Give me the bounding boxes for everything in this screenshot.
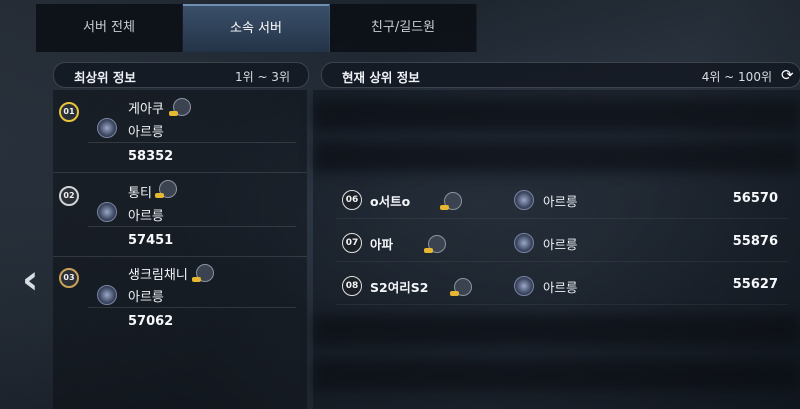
ranking-row[interactable]: 06 o서트o 아르릉 56570 [336, 182, 788, 219]
top-player-2[interactable]: 02 통티 아르릉 57451 [53, 174, 307, 257]
top-player-1[interactable]: 01 게아쿠 아르릉 58352 [53, 90, 307, 173]
guild-emblem-icon [514, 276, 534, 296]
tab-friends-guild[interactable]: 친구/길드원 [330, 4, 477, 52]
ranking-row[interactable]: 07 아파 아르릉 55876 [336, 225, 788, 262]
class-icon [440, 192, 462, 210]
tab-bar: 서버 전체 소속 서버 친구/길드원 [36, 4, 477, 52]
divider [88, 307, 296, 308]
class-icon [424, 235, 446, 253]
class-icon [155, 180, 177, 198]
guild-emblem-icon [97, 118, 117, 138]
player-server: 아르릉 [128, 290, 164, 305]
player-name: o서트o [370, 194, 411, 209]
player-name: 생크림채니 [128, 268, 188, 283]
divider [88, 142, 296, 143]
blurred-row [313, 100, 800, 130]
blurred-row [313, 315, 800, 345]
guild-emblem-icon [514, 190, 534, 210]
tab-my-server[interactable]: 소속 서버 [183, 4, 330, 52]
guild-emblem-icon [97, 285, 117, 305]
player-server: 아르릉 [128, 209, 164, 224]
chevron-left-icon[interactable]: ‹ [22, 260, 42, 300]
player-score: 57062 [128, 314, 174, 329]
tab-all-servers[interactable]: 서버 전체 [36, 4, 183, 52]
class-icon [450, 278, 472, 296]
ranking-row[interactable]: 08 S2여리S2 아르릉 55627 [336, 268, 788, 305]
guild-emblem-icon [514, 233, 534, 253]
top-ranking-header: 최상위 정보 1위 ~ 3위 [53, 62, 309, 88]
current-ranking-title: 현재 상위 정보 [342, 70, 420, 85]
guild-emblem-icon [97, 202, 117, 222]
current-ranking-header: 현재 상위 정보 4위 ~ 100위 [321, 62, 800, 88]
class-icon [169, 98, 191, 116]
current-ranking-panel: 06 o서트o 아르릉 56570 07 아파 아르릉 55876 08 S2여… [313, 90, 800, 409]
blurred-row [313, 360, 800, 390]
top-ranking-panel: 01 게아쿠 아르릉 58352 02 통티 아르릉 57451 03 생크림채… [53, 90, 307, 409]
rank-badge: 01 [59, 102, 79, 122]
top-ranking-title: 최상위 정보 [74, 70, 136, 85]
divider [88, 226, 296, 227]
player-score: 57451 [128, 233, 174, 248]
blurred-row [313, 142, 800, 172]
player-name: 아파 [370, 237, 394, 252]
rank-number: 06 [342, 190, 362, 210]
player-server: 아르릉 [543, 194, 578, 209]
rank-badge: 03 [59, 268, 79, 288]
player-name: 게아쿠 [128, 102, 164, 117]
rank-badge: 02 [59, 186, 79, 206]
player-server: 아르릉 [543, 237, 578, 252]
refresh-icon[interactable]: ⟳ [781, 66, 794, 84]
player-name: 통티 [128, 186, 152, 201]
rank-number: 08 [342, 276, 362, 296]
top-player-3[interactable]: 03 생크림채니 아르릉 57062 [53, 258, 307, 340]
class-icon [192, 264, 214, 282]
player-server: 아르릉 [128, 125, 164, 140]
player-score: 56570 [732, 191, 778, 206]
player-name: S2여리S2 [370, 280, 429, 295]
rank-number: 07 [342, 233, 362, 253]
player-score: 55627 [732, 277, 778, 292]
top-ranking-range: 1위 ~ 3위 [234, 70, 290, 84]
player-server: 아르릉 [543, 280, 578, 295]
current-ranking-range: 4위 ~ 100위 [701, 70, 772, 84]
player-score: 55876 [732, 234, 778, 249]
player-score: 58352 [128, 149, 174, 164]
